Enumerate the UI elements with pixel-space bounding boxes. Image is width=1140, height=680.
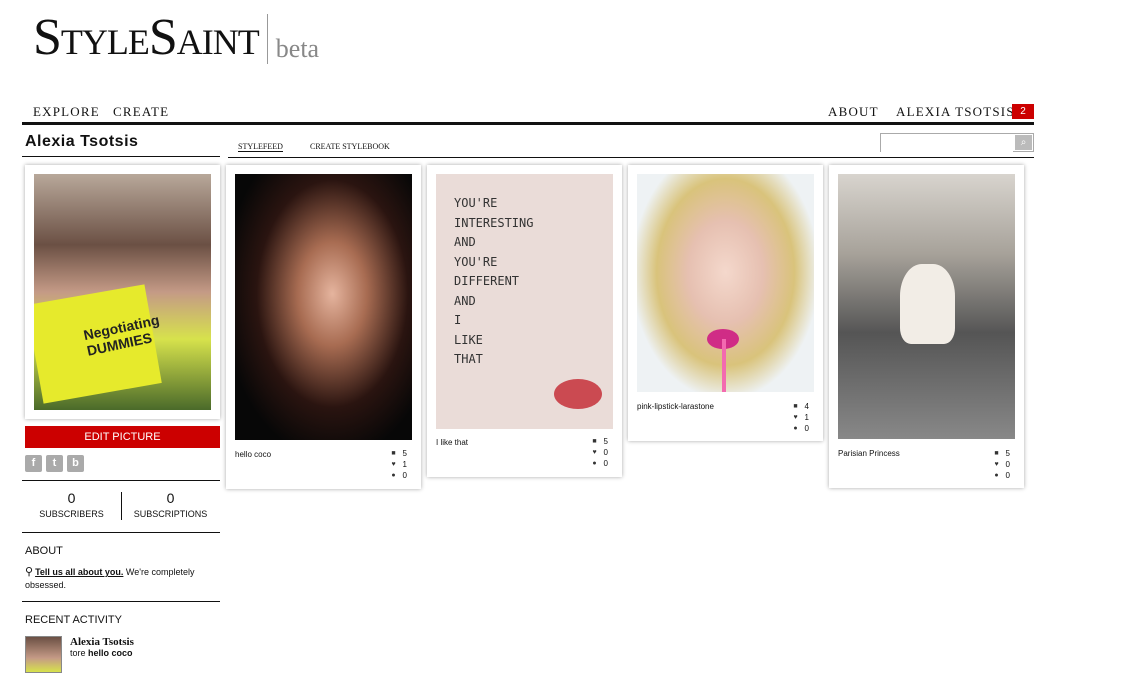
comment-icon[interactable]: ● bbox=[993, 470, 1001, 481]
style-card[interactable]: You're interesting and you're different … bbox=[427, 165, 622, 477]
stylesaint-logo[interactable]: StyleSaint beta bbox=[33, 12, 319, 64]
twitter-icon[interactable]: t bbox=[46, 455, 63, 472]
tear-icon: ■ bbox=[592, 438, 597, 445]
subscribers-label: SUBSCRIBERS bbox=[39, 509, 104, 519]
divider bbox=[22, 480, 220, 481]
note-line: and bbox=[454, 293, 476, 308]
comment-icon[interactable]: ● bbox=[390, 470, 398, 481]
heart-icon[interactable]: ♥ bbox=[390, 459, 398, 470]
note-line: and bbox=[454, 235, 476, 249]
subscriptions-label: SUBSCRIPTIONS bbox=[133, 509, 208, 519]
social-links: f t b bbox=[25, 455, 84, 472]
top-navigation: EXPLORE CREATE ABOUT ALEXIA TSOTSIS 2 bbox=[22, 102, 1034, 125]
card-image[interactable]: You're interesting and you're different … bbox=[436, 174, 613, 429]
logo-beta-label: beta bbox=[275, 34, 320, 63]
tear-count: 5 bbox=[1005, 449, 1010, 458]
tab-stylefeed[interactable]: STYLEFEED bbox=[238, 142, 283, 152]
about-text: ⚲ Tell us all about you. We're completely… bbox=[25, 566, 220, 592]
comment-icon[interactable]: ● bbox=[792, 423, 800, 434]
activity-description: tore hello coco bbox=[70, 648, 134, 658]
tear-count: 4 bbox=[804, 402, 809, 411]
card-image[interactable] bbox=[637, 174, 814, 392]
search-icon[interactable]: ⌕ bbox=[1015, 135, 1032, 150]
card-counts: ■ 5 ♥ 0 ● 0 bbox=[993, 448, 1010, 481]
logo-wordmark: StyleSaint bbox=[33, 9, 260, 66]
subscribers-stat[interactable]: 0 SUBSCRIBERS bbox=[22, 490, 121, 519]
heart-icon[interactable]: ♥ bbox=[993, 459, 1001, 470]
subscription-stats: 0 SUBSCRIBERS 0 SUBSCRIPTIONS bbox=[22, 482, 220, 532]
style-card[interactable]: pink-lipstick-larastone ■ 4 ♥ 1 ● 0 bbox=[628, 165, 823, 441]
tear-count: 5 bbox=[402, 449, 407, 458]
activity-avatar[interactable] bbox=[25, 636, 62, 673]
note-line: I bbox=[454, 313, 462, 327]
card-caption[interactable]: I like that bbox=[436, 438, 468, 447]
facebook-icon[interactable]: f bbox=[25, 455, 42, 472]
card-image[interactable] bbox=[235, 174, 412, 440]
activity-user-name[interactable]: Alexia Tsotsis bbox=[70, 636, 134, 648]
profile-name: Alexia Tsotsis bbox=[25, 133, 139, 150]
comment-count: 0 bbox=[402, 471, 407, 480]
card-counts: ■ 5 ♥ 1 ● 0 bbox=[390, 448, 407, 481]
subscribers-count: 0 bbox=[67, 490, 76, 506]
tab-create-stylebook[interactable]: CREATE STYLEBOOK bbox=[310, 142, 390, 151]
activity-item-link[interactable]: hello coco bbox=[88, 648, 133, 658]
tear-icon: ■ bbox=[391, 450, 396, 457]
card-caption[interactable]: Parisian Princess bbox=[838, 449, 900, 458]
note-line: like bbox=[454, 332, 483, 347]
tear-count: 5 bbox=[603, 437, 608, 446]
handwritten-note: You're interesting and you're different … bbox=[454, 194, 533, 370]
card-caption[interactable]: pink-lipstick-larastone bbox=[637, 402, 714, 411]
note-line: that bbox=[454, 352, 483, 366]
divider bbox=[22, 601, 220, 602]
profile-picture: Negotiating DUMMIES bbox=[34, 174, 211, 410]
style-card[interactable]: Parisian Princess ■ 5 ♥ 0 ● 0 bbox=[829, 165, 1024, 488]
heart-icon[interactable]: ♥ bbox=[591, 447, 599, 458]
like-count: 1 bbox=[402, 460, 407, 469]
divider bbox=[22, 156, 220, 157]
nav-user-menu[interactable]: ALEXIA TSOTSIS bbox=[896, 104, 1015, 120]
pin-icon: ⚲ bbox=[25, 566, 34, 578]
note-line: You're bbox=[454, 196, 498, 210]
white-dress-graphic bbox=[900, 264, 955, 344]
subscriptions-stat[interactable]: 0 SUBSCRIPTIONS bbox=[121, 490, 220, 519]
recent-activity-heading: RECENT ACTIVITY bbox=[25, 614, 122, 626]
comment-icon[interactable]: ● bbox=[591, 458, 599, 469]
comment-count: 0 bbox=[603, 459, 608, 468]
straw-graphic bbox=[722, 339, 726, 392]
note-line: you're bbox=[454, 254, 498, 269]
like-count: 0 bbox=[1005, 460, 1010, 469]
card-counts: ■ 5 ♥ 0 ● 0 bbox=[591, 436, 608, 469]
heart-icon[interactable]: ♥ bbox=[792, 412, 800, 423]
activity-item[interactable]: Alexia Tsotsis tore hello coco bbox=[25, 636, 134, 673]
about-heading: ABOUT bbox=[25, 545, 63, 557]
divider bbox=[22, 532, 220, 533]
feed-tabs: STYLEFEED CREATE STYLEBOOK ⌕ bbox=[228, 130, 1034, 158]
nav-create[interactable]: CREATE bbox=[113, 104, 169, 120]
logo-divider bbox=[266, 14, 268, 64]
about-edit-link[interactable]: Tell us all about you. bbox=[35, 567, 123, 577]
card-counts: ■ 4 ♥ 1 ● 0 bbox=[792, 401, 809, 434]
note-line: interesting bbox=[454, 215, 534, 230]
card-image[interactable] bbox=[838, 174, 1015, 439]
activity-verb: tore bbox=[70, 648, 89, 658]
nav-explore[interactable]: EXPLORE bbox=[33, 104, 100, 120]
note-line: different bbox=[454, 274, 520, 288]
subscriptions-count: 0 bbox=[166, 490, 175, 506]
lipstick-kiss-mark bbox=[554, 379, 602, 409]
blog-icon[interactable]: b bbox=[67, 455, 84, 472]
notification-badge[interactable]: 2 bbox=[1012, 104, 1034, 119]
search-box: ⌕ bbox=[880, 133, 1034, 153]
comment-count: 0 bbox=[804, 424, 809, 433]
tear-icon: ■ bbox=[793, 403, 798, 410]
like-count: 0 bbox=[603, 448, 608, 457]
style-card[interactable]: hello coco ■ 5 ♥ 1 ● 0 bbox=[226, 165, 421, 489]
profile-picture-frame: Negotiating DUMMIES bbox=[25, 165, 220, 419]
edit-picture-button[interactable]: EDIT PICTURE bbox=[25, 426, 220, 448]
like-count: 1 bbox=[804, 413, 809, 422]
tear-icon: ■ bbox=[994, 450, 999, 457]
card-caption[interactable]: hello coco bbox=[235, 450, 271, 459]
nav-about[interactable]: ABOUT bbox=[828, 104, 879, 120]
search-input[interactable] bbox=[881, 136, 1013, 153]
comment-count: 0 bbox=[1005, 471, 1010, 480]
